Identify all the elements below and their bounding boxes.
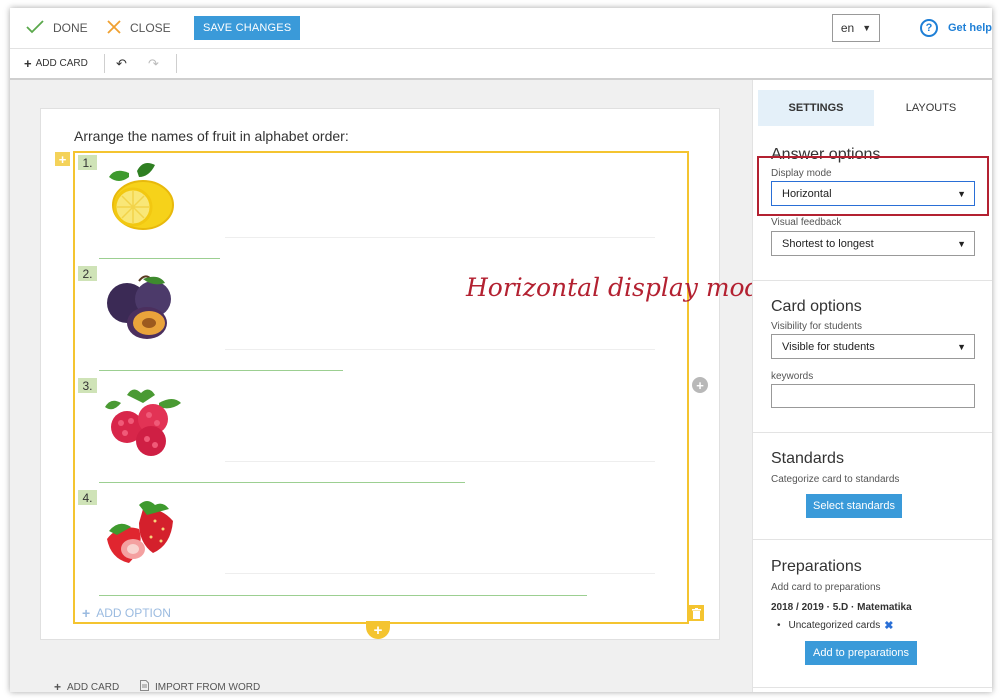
plus-icon: + [54, 680, 62, 692]
answer-options-block[interactable]: 1. 2. 3. 4. [73, 151, 689, 624]
bullet: • [777, 620, 781, 631]
select-standards-button[interactable]: Select standards [806, 494, 902, 518]
visual-feedback-label: Visual feedback [771, 217, 842, 228]
toolbar-divider [104, 54, 105, 73]
plum-image[interactable] [99, 273, 181, 350]
section-divider [753, 539, 992, 540]
visibility-value: Visible for students [782, 340, 875, 353]
section-divider [753, 280, 992, 281]
option-number: 2. [78, 266, 97, 281]
strawberry-image[interactable] [99, 497, 181, 582]
standards-title: Standards [771, 450, 844, 467]
keywords-label: keywords [771, 371, 814, 382]
dropdown-arrow-icon: ▼ [957, 341, 966, 352]
add-card-label: ADD CARD [67, 681, 120, 693]
add-to-preparations-button[interactable]: Add to preparations [805, 641, 917, 665]
tab-layouts[interactable]: LAYOUTS [874, 90, 988, 126]
close-icon [107, 19, 121, 37]
answer-slot-line [225, 237, 655, 238]
import-label: IMPORT FROM WORD [155, 681, 261, 693]
close-label: CLOSE [130, 21, 171, 35]
answer-slot-line [225, 461, 655, 462]
keywords-input[interactable] [771, 384, 975, 408]
language-value: en [840, 21, 855, 35]
preparation-item-label: Uncategorized cards [788, 620, 881, 631]
length-bar [99, 595, 587, 596]
footer-add-card-button[interactable]: + ADD CARD [54, 680, 119, 692]
document-icon [140, 680, 149, 692]
add-column-button[interactable]: + [692, 377, 708, 393]
get-help-link[interactable]: ? Get help [920, 8, 992, 48]
card-options-title: Card options [771, 298, 862, 315]
visibility-label: Visibility for students [771, 321, 862, 332]
redo-icon: ↷ [148, 55, 159, 71]
question-text[interactable]: Arrange the names of fruit in alphabet o… [74, 128, 349, 144]
card-workspace: Arrange the names of fruit in alphabet o… [10, 80, 775, 692]
dropdown-arrow-icon: ▼ [957, 238, 966, 249]
visual-feedback-select[interactable]: Shortest to longest ▼ [771, 231, 975, 256]
lemon-image[interactable] [99, 157, 181, 242]
language-select[interactable]: en ▼ [832, 14, 880, 42]
tab-settings[interactable]: SETTINGS [758, 90, 874, 126]
done-button[interactable]: DONE [26, 8, 88, 48]
undo-button[interactable]: ↶ [116, 49, 127, 78]
add-option-button[interactable]: + ADD OPTION [82, 605, 171, 621]
import-from-word-button[interactable]: IMPORT FROM WORD [140, 680, 260, 692]
length-bar [99, 370, 343, 371]
length-bar [99, 482, 465, 483]
option-number: 4. [78, 490, 97, 505]
option-number: 3. [78, 378, 97, 393]
answer-slot-line [225, 573, 655, 574]
highlight-annotation-box [757, 156, 989, 216]
add-option-label: ADD OPTION [96, 606, 171, 620]
trash-icon[interactable] [688, 605, 704, 621]
done-label: DONE [53, 21, 88, 35]
annotation-text: Horizontal display mode [466, 273, 776, 302]
toolbar-divider [176, 54, 177, 73]
add-card-label: ADD CARD [35, 58, 88, 69]
add-card-button[interactable]: + ADD CARD [24, 49, 88, 78]
help-icon: ? [920, 19, 938, 37]
editor-window: DONE CLOSE SAVE CHANGES en ▼ ? Get help … [10, 8, 992, 692]
standards-description: Categorize card to standards [771, 474, 900, 485]
dropdown-arrow-icon: ▼ [862, 23, 872, 33]
footer-actions: + ADD CARD IMPORT FROM WORD [10, 680, 752, 692]
save-changes-button[interactable]: SAVE CHANGES [194, 16, 301, 40]
length-bar [99, 258, 220, 259]
top-toolbar: DONE CLOSE SAVE CHANGES en ▼ ? Get help [10, 8, 992, 49]
preparations-title: Preparations [771, 558, 862, 575]
section-divider [753, 687, 992, 688]
add-card-below-button[interactable]: + [366, 621, 390, 639]
redo-button[interactable]: ↷ [148, 49, 159, 78]
plus-icon: + [82, 605, 91, 621]
preparation-item: • Uncategorized cards ✖ [777, 619, 893, 632]
plus-icon: + [24, 56, 32, 71]
checkmark-icon [26, 19, 44, 37]
option-number: 1. [78, 155, 97, 170]
help-label: Get help [948, 22, 992, 34]
section-divider [753, 432, 992, 433]
undo-icon: ↶ [116, 55, 127, 71]
close-button[interactable]: CLOSE [107, 8, 171, 48]
visual-feedback-value: Shortest to longest [782, 237, 874, 250]
visibility-select[interactable]: Visible for students ▼ [771, 334, 975, 359]
preparation-group: 2018 / 2019 · 5.D · Matematika [771, 602, 912, 613]
add-block-icon[interactable]: + [55, 152, 70, 167]
remove-icon[interactable]: ✖ [884, 619, 893, 632]
answer-slot-line [225, 349, 655, 350]
preparations-description: Add card to preparations [771, 582, 881, 593]
raspberry-image[interactable] [97, 385, 189, 466]
sub-toolbar: + ADD CARD ↶ ↷ [10, 49, 992, 80]
card: Arrange the names of fruit in alphabet o… [40, 108, 775, 640]
